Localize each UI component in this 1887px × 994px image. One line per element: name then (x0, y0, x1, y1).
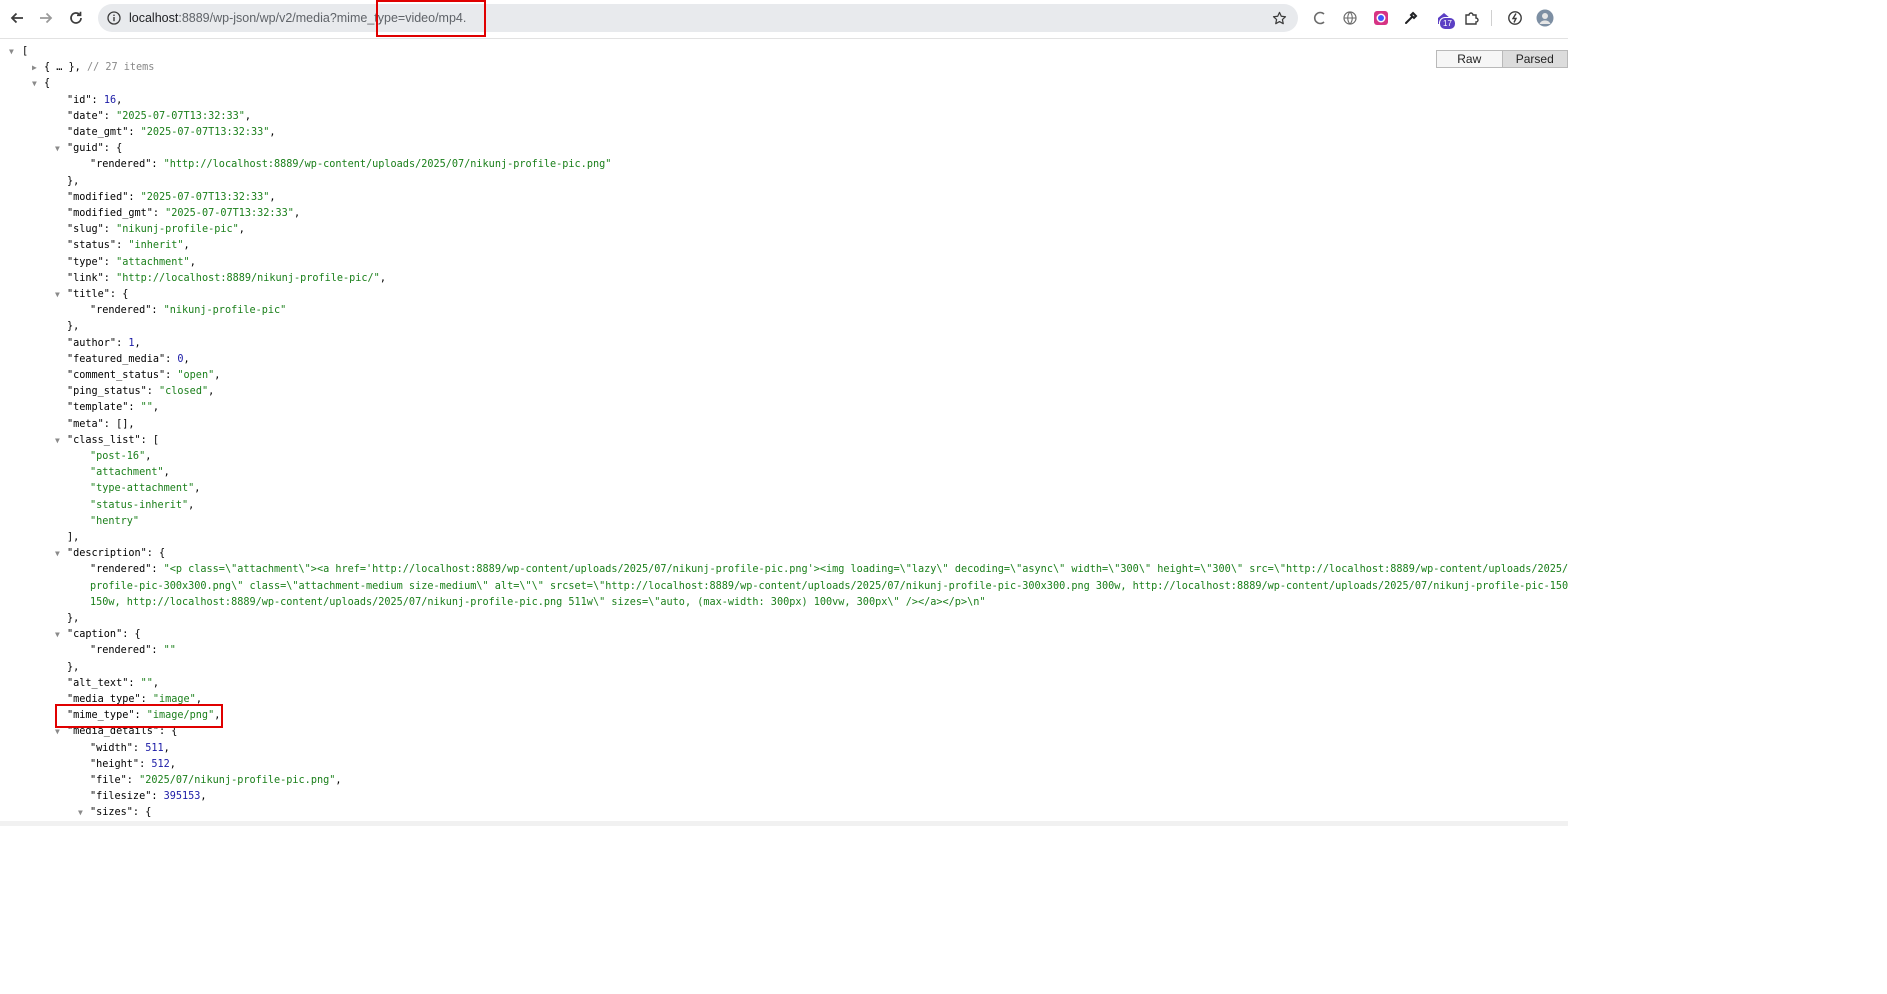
json-line: "modified_gmt": "2025-07-07T13:32:33", (67, 208, 301, 219)
json-line: "media_type": "image", (67, 694, 202, 705)
json-line: "status": "inherit", (67, 240, 190, 252)
raw-view-button[interactable]: Raw (1437, 51, 1503, 67)
json-line: "attachment", (90, 467, 170, 479)
json-line: "modified": "2025-07-07T13:32:33", (67, 191, 276, 203)
json-line: "hentry" (90, 515, 140, 527)
json-line: 150w, http://localhost:8889/wp-content/u… (90, 596, 986, 608)
json-line: { … }, // 27 items (44, 62, 155, 74)
loading-extension-icon[interactable] (1311, 9, 1329, 27)
arrow-right-icon (40, 12, 53, 24)
collapse-toggle-icon[interactable]: ▼ (55, 433, 63, 449)
parsed-view-button[interactable]: Parsed (1502, 51, 1567, 67)
json-line: }, (67, 175, 80, 187)
json-line: }, (67, 321, 80, 333)
json-line: "height": 512, (90, 758, 176, 770)
json-line: }, (67, 661, 80, 673)
json-line: { (44, 78, 51, 90)
view-mode-toggle: Raw Parsed (1436, 50, 1568, 68)
json-line: "link": "http://localhost:8889/nikunj-pr… (67, 272, 386, 284)
json-line: "alt_text": "", (67, 677, 160, 689)
site-info-icon[interactable] (106, 10, 122, 26)
json-line: "rendered": "http://localhost:8889/wp-co… (90, 159, 612, 171)
json-line: "type-attachment", (90, 483, 201, 495)
json-line: "id": 16, (67, 94, 123, 106)
collapse-toggle-icon[interactable]: ▼ (55, 141, 63, 157)
json-line: "class_list": [ (67, 434, 160, 446)
json-line: [ (22, 46, 29, 57)
json-line: "post-16", (90, 451, 152, 462)
json-line: "title": { (67, 289, 129, 300)
json-line: "featured_media": 0, (67, 353, 190, 365)
collapse-toggle-icon[interactable]: ▼ (32, 76, 40, 92)
collapse-toggle-icon[interactable]: ▼ (9, 44, 17, 60)
json-line: "description": { (67, 548, 166, 560)
collapse-toggle-icon[interactable]: ▼ (55, 724, 63, 740)
json-line: "rendered": "" (90, 645, 176, 657)
json-line: "meta": [], (67, 418, 135, 430)
reload-button[interactable] (64, 6, 88, 30)
toolbar-separator (1491, 10, 1492, 26)
json-line: "type": "attachment", (67, 256, 196, 268)
expand-toggle-icon[interactable]: ▶ (32, 60, 40, 76)
json-line: "caption": { (67, 629, 141, 641)
json-line: "date_gmt": "2025-07-07T13:32:33", (67, 127, 276, 138)
profile-avatar[interactable] (1535, 9, 1555, 27)
json-line: "template": "", (67, 402, 160, 414)
json-line: "date": "2025-07-07T13:32:33", (67, 110, 252, 122)
browser-toolbar: localhost:8889/wp-json/wp/v2/media?mime_… (0, 0, 1568, 39)
json-line: "rendered": "<p class=\"attachment\"><a … (90, 564, 1568, 576)
avatar-icon (1536, 9, 1554, 27)
globe-extension-icon[interactable] (1341, 9, 1359, 27)
collapse-toggle-icon[interactable]: ▼ (55, 546, 63, 562)
json-line: "file": "2025/07/nikunj-profile-pic.png"… (90, 775, 342, 786)
collapse-toggle-icon[interactable]: ▼ (55, 287, 63, 303)
json-line: "guid": { (67, 143, 123, 155)
url-path: :8889/wp-json/wp/v2/media?mime_type=vide… (178, 11, 467, 25)
json-line: "width": 511, (90, 742, 170, 754)
horizontal-scrollbar[interactable] (0, 821, 1568, 826)
performance-icon[interactable] (1506, 9, 1524, 27)
color-extension-icon[interactable] (1372, 9, 1390, 27)
json-line: ], (67, 532, 80, 543)
home-extension-icon[interactable]: 17 (1433, 9, 1456, 30)
collapse-toggle-icon[interactable]: ▼ (78, 805, 86, 821)
json-line: "filesize": 395153, (90, 791, 207, 803)
json-viewer: ▼ [▶ { … }, // 27 items ▼ { "id": 16, "date": … (0, 39, 1568, 826)
address-bar[interactable]: localhost:8889/wp-json/wp/v2/media?mime_… (98, 4, 1298, 32)
extension-badge: 17 (1439, 17, 1456, 30)
json-line: "status-inherit", (90, 499, 195, 511)
url-host: localhost (129, 11, 179, 25)
url-text[interactable]: localhost:8889/wp-json/wp/v2/media?mime_… (129, 11, 466, 25)
bookmark-star-icon[interactable] (1270, 9, 1288, 27)
json-line: "slug": "nikunj-profile-pic", (67, 224, 245, 236)
json-line: "rendered": "nikunj-profile-pic" (90, 305, 287, 317)
json-line: }, (67, 613, 80, 624)
collapse-toggle-icon[interactable]: ▼ (55, 627, 63, 643)
arrow-left-icon (10, 12, 23, 24)
forward-button[interactable] (34, 6, 58, 30)
json-line: "sizes": { (90, 807, 152, 819)
json-line: "mime_type": "image/png", (67, 710, 221, 722)
eyedropper-extension-icon[interactable] (1402, 9, 1420, 27)
json-line: "author": 1, (67, 337, 141, 349)
json-line: "media_details": { (67, 726, 178, 738)
reload-icon (70, 11, 82, 24)
back-button[interactable] (5, 6, 29, 30)
json-line: "comment_status": "open", (67, 370, 221, 381)
json-line: profile-pic-300x300.png\" class=\"attach… (90, 580, 1568, 592)
json-line: "ping_status": "closed", (67, 386, 215, 398)
puzzle-extensions-icon[interactable] (1462, 9, 1480, 27)
